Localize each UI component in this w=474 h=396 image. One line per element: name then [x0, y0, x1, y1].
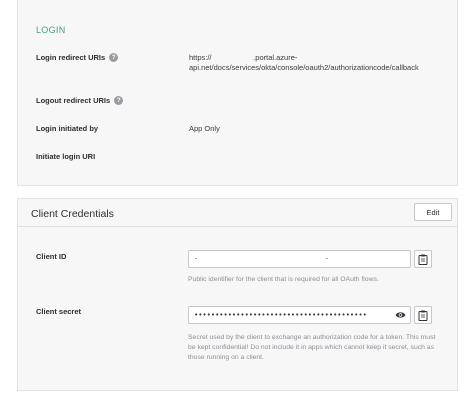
login-redirect-uris-label: Login redirect URIs?: [36, 52, 119, 63]
client-id-field[interactable]: - -: [188, 250, 411, 268]
copy-client-secret-button[interactable]: [414, 306, 432, 324]
logout-redirect-uris-label: Logout redirect URIs?: [36, 95, 124, 106]
edit-button[interactable]: Edit: [414, 203, 452, 221]
client-id-hint: Public identifier for the client that is…: [188, 276, 379, 283]
client-id-label: Client ID: [36, 252, 67, 261]
clipboard-icon: [418, 254, 428, 265]
login-initiated-by-value: App Only: [189, 124, 220, 133]
login-section-heading: LOGIN: [36, 25, 66, 35]
login-redirect-uri-value: https:// .portal.azure- api.net/docs/ser…: [189, 53, 419, 72]
client-secret-label: Client secret: [36, 307, 82, 316]
eye-icon[interactable]: [395, 311, 406, 319]
clipboard-icon: [418, 310, 428, 321]
help-icon[interactable]: ?: [114, 95, 124, 105]
login-settings-card: LOGIN Login redirect URIs? https:// .por…: [17, 0, 458, 186]
initiate-login-uri-label: Initiate login URI: [36, 152, 96, 161]
card-title: Client Credentials: [31, 208, 114, 220]
client-secret-field[interactable]: ••••••••••••••••••••••••••••••••••••••••…: [188, 306, 411, 324]
copy-client-id-button[interactable]: [414, 250, 432, 268]
login-initiated-by-label: Login initiated by: [36, 124, 99, 133]
card-header: Client Credentials Edit: [18, 199, 457, 227]
client-secret-hint: Secret used by the client to exchange an…: [188, 334, 436, 361]
help-icon[interactable]: ?: [109, 52, 119, 62]
client-credentials-card: Client Credentials Edit Client ID - - Pu…: [17, 198, 458, 391]
